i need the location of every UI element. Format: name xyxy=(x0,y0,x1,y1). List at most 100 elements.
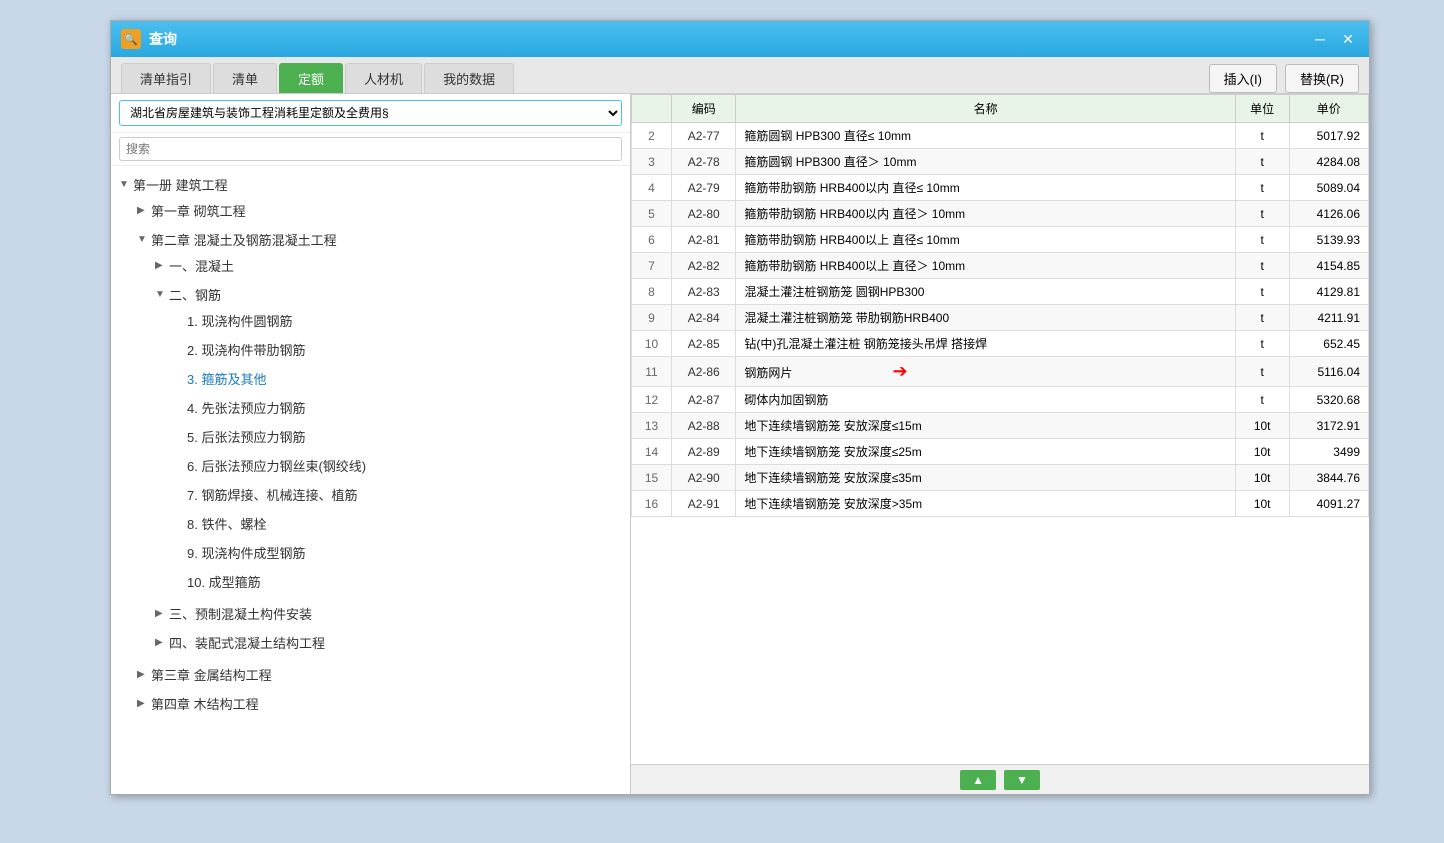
cell-unit: t xyxy=(1235,387,1289,413)
tree-label: 第二章 混凝土及钢筋混凝土工程 xyxy=(151,230,337,249)
cell-num: 5 xyxy=(632,201,672,227)
table-row[interactable]: 13A2-88地下连续墙钢筋笼 安放深度≤15m10t3172.91 xyxy=(632,413,1369,439)
tab-定额[interactable]: 定额 xyxy=(279,63,343,93)
tab-actions: 插入(I) 替换(R) xyxy=(1209,64,1359,93)
table-row[interactable]: 7A2-82箍筋带肋钢筋 HRB400以上 直径＞ 10mmt4154.85 xyxy=(632,253,1369,279)
cell-name: 箍筋带肋钢筋 HRB400以上 直径＞ 10mm xyxy=(736,253,1235,279)
table-row[interactable]: 4A2-79箍筋带肋钢筋 HRB400以内 直径≤ 10mmt5089.04 xyxy=(632,175,1369,201)
table-row[interactable]: 10A2-85钻(中)孔混凝土灌注桩 钢筋笼接头吊焊 搭接焊t652.45 xyxy=(632,331,1369,357)
table-row[interactable]: 2A2-77箍筋圆钢 HPB300 直径≤ 10mmt5017.92 xyxy=(632,123,1369,149)
cell-price: 652.45 xyxy=(1289,331,1368,357)
tree-node-concrete[interactable]: ▶ 一、混凝土 xyxy=(147,251,630,280)
minimize-button[interactable]: ─ xyxy=(1309,28,1331,50)
cell-code: A2-83 xyxy=(672,279,736,305)
expand-arrow: ▼ xyxy=(155,289,169,300)
cell-unit: t xyxy=(1235,201,1289,227)
dialog-icon: 🔍 xyxy=(121,29,141,49)
cell-price: 5017.92 xyxy=(1289,123,1368,149)
cell-price: 5139.93 xyxy=(1289,227,1368,253)
table-row[interactable]: 9A2-84混凝土灌注桩钢筋笼 带肋钢筋HRB400t4211.91 xyxy=(632,305,1369,331)
close-button[interactable]: ✕ xyxy=(1337,28,1359,50)
leaf-space xyxy=(173,489,187,500)
cell-name: 钻(中)孔混凝土灌注桩 钢筋笼接头吊焊 搭接焊 xyxy=(736,331,1235,357)
table-row[interactable]: 15A2-90地下连续墙钢筋笼 安放深度≤35m10t3844.76 xyxy=(632,465,1369,491)
col-code: 编码 xyxy=(672,95,736,123)
insert-button[interactable]: 插入(I) xyxy=(1209,64,1277,93)
cell-num: 2 xyxy=(632,123,672,149)
tree-leaf-10[interactable]: 10. 成型箍筋 xyxy=(165,567,630,596)
cell-name: 箍筋带肋钢筋 HRB400以内 直径≤ 10mm xyxy=(736,175,1235,201)
cell-code: A2-77 xyxy=(672,123,736,149)
tab-人材机[interactable]: 人材机 xyxy=(345,63,422,93)
cell-name: 混凝土灌注桩钢筋笼 圆钢HPB300 xyxy=(736,279,1235,305)
replace-button[interactable]: 替换(R) xyxy=(1285,64,1359,93)
tree-leaf-5[interactable]: 5. 后张法预应力钢筋 xyxy=(165,422,630,451)
cell-name: 钢筋网片 ➔ xyxy=(736,357,1235,387)
search-row xyxy=(111,133,630,166)
tree-label: 第四章 木结构工程 xyxy=(151,694,259,713)
tree-leaf-6[interactable]: 6. 后张法预应力钢丝束(钢绞线) xyxy=(165,451,630,480)
tree-leaf-4[interactable]: 4. 先张法预应力钢筋 xyxy=(165,393,630,422)
table-wrapper: 编码 名称 单位 单价 2A2-77箍筋圆钢 HPB300 直径≤ 10mmt5… xyxy=(631,94,1369,764)
tree-node-precast[interactable]: ▶ 三、预制混凝土构件安装 xyxy=(147,599,630,628)
bottom-bar: ▲ ▼ xyxy=(631,764,1369,794)
cell-price: 3499 xyxy=(1289,439,1368,465)
tree-node-ch1[interactable]: ▶ 第一章 砌筑工程 xyxy=(129,196,630,225)
leaf-space xyxy=(173,373,187,384)
cell-price: 5320.68 xyxy=(1289,387,1368,413)
tree-node-steel[interactable]: ▼ 二、钢筋 1. 现浇构件圆钢筋 xyxy=(147,280,630,599)
tab-清单[interactable]: 清单 xyxy=(213,63,277,93)
tree-label: 第一册 建筑工程 xyxy=(133,175,228,194)
cell-name: 地下连续墙钢筋笼 安放深度≤25m xyxy=(736,439,1235,465)
cell-num: 12 xyxy=(632,387,672,413)
table-row[interactable]: 8A2-83混凝土灌注桩钢筋笼 圆钢HPB300t4129.81 xyxy=(632,279,1369,305)
table-row[interactable]: 3A2-78箍筋圆钢 HPB300 直径＞ 10mmt4284.08 xyxy=(632,149,1369,175)
tree-leaf-1[interactable]: 1. 现浇构件圆钢筋 xyxy=(165,306,630,335)
tree-leaf-3[interactable]: 3. 箍筋及其他 xyxy=(165,364,630,393)
tree-node-book1[interactable]: ▼ 第一册 建筑工程 ▶ 第一章 砌筑工程 ▼ xyxy=(111,170,630,721)
prev-button[interactable]: ▲ xyxy=(960,770,996,790)
cell-code: A2-78 xyxy=(672,149,736,175)
tree-node-assembly[interactable]: ▶ 四、装配式混凝土结构工程 xyxy=(147,628,630,657)
cell-price: 5116.04 xyxy=(1289,357,1368,387)
cell-price: 4091.27 xyxy=(1289,491,1368,517)
tree-label: 二、钢筋 xyxy=(169,285,221,304)
next-button[interactable]: ▼ xyxy=(1004,770,1040,790)
search-input[interactable] xyxy=(119,137,622,161)
tree-label: 7. 钢筋焊接、机械连接、植筋 xyxy=(187,485,357,504)
table-row[interactable]: 5A2-80箍筋带肋钢筋 HRB400以内 直径＞ 10mmt4126.06 xyxy=(632,201,1369,227)
table-row[interactable]: 16A2-91地下连续墙钢筋笼 安放深度>35m10t4091.27 xyxy=(632,491,1369,517)
cell-unit: t xyxy=(1235,227,1289,253)
cell-price: 5089.04 xyxy=(1289,175,1368,201)
tree-node-ch4[interactable]: ▶ 第四章 木结构工程 xyxy=(129,689,630,718)
table-row[interactable]: 11A2-86钢筋网片 ➔t5116.04 xyxy=(632,357,1369,387)
tree-label: 5. 后张法预应力钢筋 xyxy=(187,427,305,446)
tree-leaf-8[interactable]: 8. 铁件、螺栓 xyxy=(165,509,630,538)
cell-unit: 10t xyxy=(1235,465,1289,491)
dialog-title: 查询 xyxy=(149,29,1309,49)
tab-我的数据[interactable]: 我的数据 xyxy=(424,63,514,93)
tree-node-ch3[interactable]: ▶ 第三章 金属结构工程 xyxy=(129,660,630,689)
right-panel: 编码 名称 单位 单价 2A2-77箍筋圆钢 HPB300 直径≤ 10mmt5… xyxy=(631,94,1369,794)
tree-leaf-7[interactable]: 7. 钢筋焊接、机械连接、植筋 xyxy=(165,480,630,509)
tab-清单指引[interactable]: 清单指引 xyxy=(121,63,211,93)
tree-leaf-9[interactable]: 9. 现浇构件成型钢筋 xyxy=(165,538,630,567)
expand-arrow: ▶ xyxy=(137,698,151,709)
table-row[interactable]: 6A2-81箍筋带肋钢筋 HRB400以上 直径≤ 10mmt5139.93 xyxy=(632,227,1369,253)
cell-code: A2-80 xyxy=(672,201,736,227)
tree-leaf-2[interactable]: 2. 现浇构件带肋钢筋 xyxy=(165,335,630,364)
cell-code: A2-86 xyxy=(672,357,736,387)
cell-num: 4 xyxy=(632,175,672,201)
tree-node-ch2[interactable]: ▼ 第二章 混凝土及钢筋混凝土工程 ▶ 一、混凝土 xyxy=(129,225,630,660)
cell-name: 地下连续墙钢筋笼 安放深度≤35m xyxy=(736,465,1235,491)
quota-dropdown[interactable]: 湖北省房屋建筑与装饰工程消耗里定额及全费用§ xyxy=(119,100,622,126)
tree-label: 6. 后张法预应力钢丝束(钢绞线) xyxy=(187,456,366,475)
cell-code: A2-91 xyxy=(672,491,736,517)
table-row[interactable]: 14A2-89地下连续墙钢筋笼 安放深度≤25m10t3499 xyxy=(632,439,1369,465)
cell-unit: t xyxy=(1235,357,1289,387)
table-row[interactable]: 12A2-87砌体内加固钢筋t5320.68 xyxy=(632,387,1369,413)
expand-arrow: ▶ xyxy=(137,669,151,680)
cell-name: 箍筋带肋钢筋 HRB400以内 直径＞ 10mm xyxy=(736,201,1235,227)
cell-num: 14 xyxy=(632,439,672,465)
cell-num: 15 xyxy=(632,465,672,491)
